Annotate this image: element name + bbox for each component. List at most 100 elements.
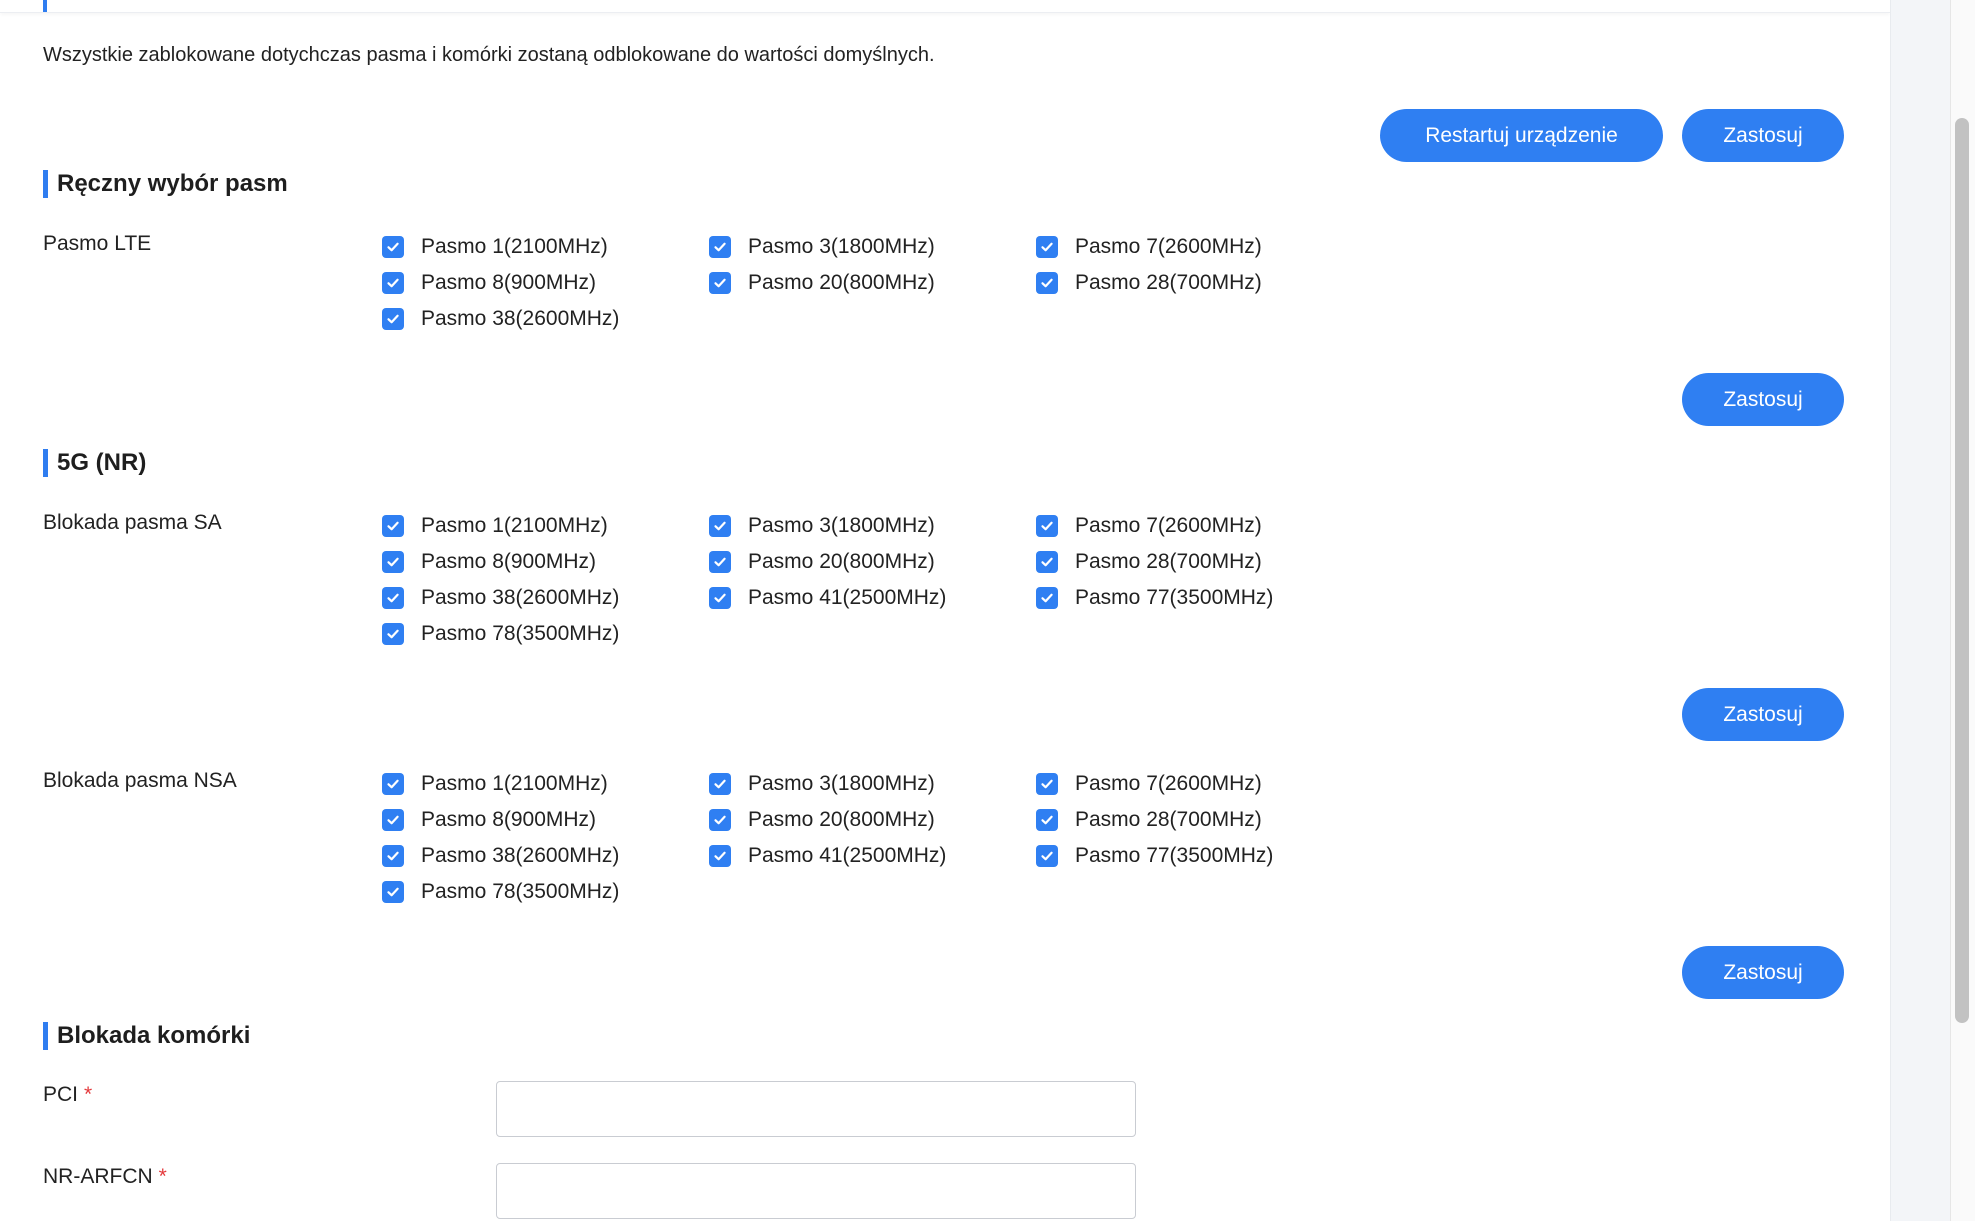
band-checkbox[interactable]: Pasmo 3(1800MHz): [709, 229, 1036, 265]
band-checkbox[interactable]: Pasmo 77(3500MHz): [1036, 580, 1342, 616]
band-checkbox[interactable]: Pasmo 20(800MHz): [709, 265, 1036, 301]
checkbox-checked-icon[interactable]: [382, 623, 404, 645]
band-checkbox-label: Pasmo 7(2600MHz): [1075, 772, 1262, 795]
section-title-5g-nr: 5G (NR): [43, 448, 146, 478]
band-checkbox[interactable]: Pasmo 38(2600MHz): [382, 301, 709, 337]
checkbox-checked-icon[interactable]: [382, 551, 404, 573]
checkbox-checked-icon[interactable]: [382, 881, 404, 903]
sa-band-list: Pasmo 1(2100MHz) Pasmo 3(1800MHz) Pasmo 7(…: [382, 508, 1342, 652]
nsa-band-label: Blokada pasma NSA: [43, 769, 237, 792]
band-checkbox-label: Pasmo 20(800MHz): [748, 271, 935, 294]
band-checkbox-label: Pasmo 1(2100MHz): [421, 514, 608, 537]
checkbox-checked-icon[interactable]: [709, 809, 731, 831]
checkbox-checked-icon[interactable]: [1036, 587, 1058, 609]
band-settings-page: Wszystkie zablokowane dotychczas pasma i…: [0, 0, 1975, 1221]
required-mark: *: [158, 1165, 167, 1188]
pci-label: PCI *: [43, 1083, 92, 1107]
section-title-text: 5G (NR): [57, 449, 147, 476]
top-section-accent: [43, 0, 47, 12]
band-checkbox[interactable]: Pasmo 41(2500MHz): [709, 838, 1036, 874]
checkbox-checked-icon[interactable]: [709, 845, 731, 867]
band-checkbox-label: Pasmo 3(1800MHz): [748, 772, 935, 795]
checkbox-checked-icon[interactable]: [1036, 809, 1058, 831]
band-checkbox-label: Pasmo 78(3500MHz): [421, 880, 620, 903]
band-checkbox-label: Pasmo 78(3500MHz): [421, 622, 620, 645]
band-checkbox-label: Pasmo 28(700MHz): [1075, 808, 1262, 831]
band-checkbox-label: Pasmo 41(2500MHz): [748, 586, 947, 609]
band-checkbox[interactable]: Pasmo 78(3500MHz): [382, 616, 709, 652]
checkbox-checked-icon[interactable]: [1036, 773, 1058, 795]
checkbox-checked-icon[interactable]: [382, 773, 404, 795]
section-accent-bar: [43, 449, 48, 477]
band-checkbox[interactable]: Pasmo 28(700MHz): [1036, 544, 1342, 580]
band-checkbox[interactable]: Pasmo 7(2600MHz): [1036, 508, 1342, 544]
checkbox-checked-icon[interactable]: [382, 515, 404, 537]
pci-input[interactable]: [496, 1081, 1136, 1137]
band-checkbox[interactable]: Pasmo 20(800MHz): [709, 544, 1036, 580]
checkbox-checked-icon[interactable]: [382, 845, 404, 867]
checkbox-checked-icon[interactable]: [1036, 272, 1058, 294]
checkbox-checked-icon[interactable]: [1036, 236, 1058, 258]
checkbox-checked-icon[interactable]: [382, 587, 404, 609]
band-checkbox[interactable]: Pasmo 38(2600MHz): [382, 838, 709, 874]
checkbox-checked-icon[interactable]: [1036, 845, 1058, 867]
checkbox-checked-icon[interactable]: [709, 515, 731, 537]
band-checkbox-label: Pasmo 28(700MHz): [1075, 550, 1262, 573]
band-checkbox[interactable]: Pasmo 7(2600MHz): [1036, 229, 1342, 265]
checkbox-checked-icon[interactable]: [382, 236, 404, 258]
nr-arfcn-label-text: NR-ARFCN: [43, 1165, 153, 1188]
band-checkbox[interactable]: Pasmo 3(1800MHz): [709, 508, 1036, 544]
band-checkbox[interactable]: Pasmo 38(2600MHz): [382, 580, 709, 616]
band-checkbox-label: Pasmo 20(800MHz): [748, 550, 935, 573]
band-checkbox[interactable]: Pasmo 8(900MHz): [382, 802, 709, 838]
band-checkbox[interactable]: Pasmo 1(2100MHz): [382, 766, 709, 802]
checkbox-checked-icon[interactable]: [709, 236, 731, 258]
band-checkbox-label: Pasmo 8(900MHz): [421, 271, 597, 294]
restart-device-button[interactable]: Restartuj urządzenie: [1380, 109, 1663, 162]
required-mark: *: [84, 1083, 93, 1106]
checkbox-checked-icon[interactable]: [709, 272, 731, 294]
band-checkbox-label: Pasmo 77(3500MHz): [1075, 586, 1274, 609]
checkbox-checked-icon[interactable]: [709, 551, 731, 573]
band-checkbox-label: Pasmo 38(2600MHz): [421, 307, 620, 330]
checkbox-checked-icon[interactable]: [382, 272, 404, 294]
band-checkbox[interactable]: Pasmo 8(900MHz): [382, 544, 709, 580]
checkbox-checked-icon[interactable]: [382, 809, 404, 831]
section-accent-bar: [43, 1022, 48, 1050]
nr-arfcn-input[interactable]: [496, 1163, 1136, 1219]
apply-button-lte[interactable]: Zastosuj: [1682, 373, 1844, 426]
top-section-edge: [0, 0, 1890, 13]
checkbox-checked-icon[interactable]: [1036, 551, 1058, 573]
band-checkbox[interactable]: Pasmo 77(3500MHz): [1036, 838, 1342, 874]
band-checkbox[interactable]: Pasmo 1(2100MHz): [382, 508, 709, 544]
band-checkbox[interactable]: Pasmo 20(800MHz): [709, 802, 1036, 838]
scrollbar-thumb[interactable]: [1955, 118, 1969, 1023]
band-checkbox[interactable]: Pasmo 8(900MHz): [382, 265, 709, 301]
checkbox-checked-icon[interactable]: [382, 308, 404, 330]
band-checkbox-label: Pasmo 7(2600MHz): [1075, 514, 1262, 537]
checkbox-checked-icon[interactable]: [1036, 515, 1058, 537]
band-checkbox-label: Pasmo 1(2100MHz): [421, 235, 608, 258]
band-checkbox[interactable]: Pasmo 7(2600MHz): [1036, 766, 1342, 802]
apply-button-sa[interactable]: Zastosuj: [1682, 688, 1844, 741]
apply-button-general[interactable]: Zastosuj: [1682, 109, 1844, 162]
band-checkbox[interactable]: Pasmo 41(2500MHz): [709, 580, 1036, 616]
checkbox-checked-icon[interactable]: [709, 773, 731, 795]
band-checkbox[interactable]: Pasmo 78(3500MHz): [382, 874, 709, 910]
band-checkbox[interactable]: Pasmo 28(700MHz): [1036, 802, 1342, 838]
checkbox-checked-icon[interactable]: [709, 587, 731, 609]
band-checkbox-label: Pasmo 41(2500MHz): [748, 844, 947, 867]
section-accent-bar: [43, 170, 48, 198]
band-checkbox[interactable]: Pasmo 3(1800MHz): [709, 766, 1036, 802]
band-checkbox-label: Pasmo 3(1800MHz): [748, 514, 935, 537]
band-checkbox-label: Pasmo 77(3500MHz): [1075, 844, 1274, 867]
section-title-text: Blokada komórki: [57, 1022, 251, 1049]
band-checkbox-label: Pasmo 3(1800MHz): [748, 235, 935, 258]
band-checkbox-label: Pasmo 8(900MHz): [421, 808, 597, 831]
band-checkbox-label: Pasmo 20(800MHz): [748, 808, 935, 831]
band-checkbox[interactable]: Pasmo 28(700MHz): [1036, 265, 1342, 301]
apply-button-nsa[interactable]: Zastosuj: [1682, 946, 1844, 999]
section-title-text: Ręczny wybór pasm: [57, 170, 288, 197]
nsa-band-list: Pasmo 1(2100MHz) Pasmo 3(1800MHz) Pasmo 7(…: [382, 766, 1342, 910]
band-checkbox[interactable]: Pasmo 1(2100MHz): [382, 229, 709, 265]
